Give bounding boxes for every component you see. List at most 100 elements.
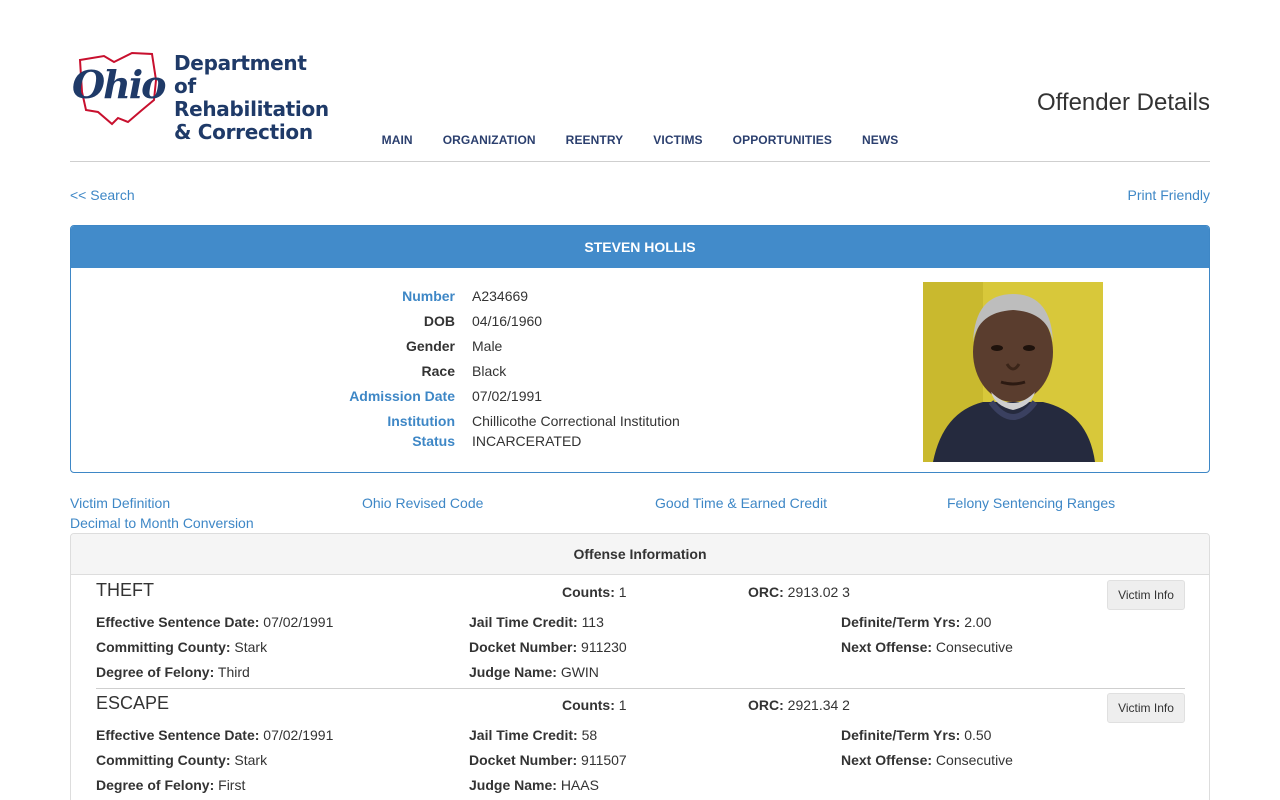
offense-degree: Degree of Felony: First	[96, 777, 245, 793]
victim-definition-link[interactable]: Victim Definition	[70, 495, 170, 511]
field-value: 07/02/1991	[263, 727, 334, 743]
detail-dob: DOB 04/16/1960	[71, 313, 771, 329]
offender-panel: STEVEN HOLLIS Number A234669 DOB 04/16/1…	[70, 225, 1210, 473]
offense-county: Committing County: Stark	[96, 752, 267, 768]
offense-term-years: Definite/Term Yrs: 0.50	[841, 727, 991, 743]
ohio-revised-code-link[interactable]: Ohio Revised Code	[362, 495, 483, 511]
detail-value-dob: 04/16/1960	[472, 313, 543, 329]
offense-effective-date: Effective Sentence Date: 07/02/1991	[96, 727, 333, 743]
offense-judge: Judge Name: HAAS	[469, 777, 599, 793]
offense-counts: Counts: 1	[562, 584, 627, 600]
field-value: First	[218, 777, 246, 793]
detail-label-status[interactable]: Status	[71, 433, 455, 449]
offense-information-panel: Offense Information THEFT Counts: 1 ORC:…	[70, 533, 1210, 800]
detail-institution: Institution Chillicothe Correctional Ins…	[71, 413, 771, 429]
offense-title: THEFT	[96, 580, 154, 600]
detail-value-institution: Chillicothe Correctional Institution	[472, 413, 680, 429]
offense-next: Next Offense: Consecutive	[841, 752, 1013, 768]
main-nav: MAIN ORGANIZATION REENTRY VICTIMS OPPORT…	[0, 133, 1280, 147]
field-value: 911507	[581, 752, 627, 768]
print-friendly-link[interactable]: Print Friendly	[1128, 187, 1210, 203]
nav-item-victims[interactable]: VICTIMS	[638, 133, 717, 147]
back-to-search-link[interactable]: << Search	[70, 187, 135, 203]
detail-label-institution[interactable]: Institution	[71, 413, 455, 429]
offense-record: THEFT Counts: 1 ORC: 2913.02 3 Victim In…	[96, 576, 1185, 688]
field-label: ORC:	[748, 584, 784, 600]
field-value: 1	[618, 584, 627, 600]
nav-item-main[interactable]: MAIN	[367, 133, 428, 147]
field-value: 07/02/1991	[263, 614, 334, 630]
field-value: Consecutive	[935, 639, 1013, 655]
field-label: Judge Name:	[469, 777, 557, 793]
offense-judge: Judge Name: GWIN	[469, 664, 599, 680]
offense-orc: ORC: 2913.02 3	[748, 584, 850, 600]
field-label: Docket Number:	[469, 752, 578, 768]
field-label: Judge Name:	[469, 664, 557, 680]
offense-heading: Offense Information	[71, 534, 1209, 575]
victim-info-button[interactable]: Victim Info	[1107, 693, 1185, 723]
field-value: 2.00	[964, 614, 992, 630]
offense-jail-credit: Jail Time Credit: 58	[469, 727, 597, 743]
detail-label-admission-date[interactable]: Admission Date	[71, 388, 455, 404]
detail-race: Race Black	[71, 363, 771, 379]
offender-name: STEVEN HOLLIS	[71, 226, 1209, 268]
offense-orc: ORC: 2921.34 2	[748, 697, 850, 713]
field-value: Third	[217, 664, 250, 680]
detail-value-gender: Male	[472, 338, 503, 354]
victim-info-button[interactable]: Victim Info	[1107, 580, 1185, 610]
field-label: Degree of Felony:	[96, 664, 215, 680]
offense-degree: Degree of Felony: Third	[96, 664, 250, 680]
field-label: Counts:	[562, 697, 615, 713]
field-label: Next Offense:	[841, 639, 933, 655]
field-value: Consecutive	[935, 752, 1013, 768]
logo-script-text: Ohio	[72, 62, 167, 107]
field-value: 113	[581, 614, 604, 630]
offense-effective-date: Effective Sentence Date: 07/02/1991	[96, 614, 333, 630]
field-value: Stark	[234, 752, 268, 768]
field-label: Counts:	[562, 584, 615, 600]
field-label: Jail Time Credit:	[469, 614, 578, 630]
good-time-earned-credit-link[interactable]: Good Time & Earned Credit	[655, 495, 827, 511]
offense-docket: Docket Number: 911230	[469, 639, 627, 655]
offense-county: Committing County: Stark	[96, 639, 267, 655]
field-label: Committing County:	[96, 752, 231, 768]
decimal-to-month-link[interactable]: Decimal to Month Conversion	[70, 515, 254, 531]
field-label: Jail Time Credit:	[469, 727, 578, 743]
field-value: 0.50	[964, 727, 992, 743]
nav-divider	[70, 161, 1210, 162]
field-label: Next Offense:	[841, 752, 933, 768]
field-value: GWIN	[560, 664, 599, 680]
detail-number: Number A234669	[71, 288, 771, 304]
field-label: Committing County:	[96, 639, 231, 655]
nav-item-news[interactable]: NEWS	[847, 133, 913, 147]
nav-item-organization[interactable]: ORGANIZATION	[428, 133, 551, 147]
offense-docket: Docket Number: 911507	[469, 752, 627, 768]
detail-label-number[interactable]: Number	[71, 288, 455, 304]
field-label: Effective Sentence Date:	[96, 727, 260, 743]
nav-item-opportunities[interactable]: OPPORTUNITIES	[718, 133, 847, 147]
nav-item-reentry[interactable]: REENTRY	[551, 133, 639, 147]
detail-value-race: Black	[472, 363, 507, 379]
detail-status: Status INCARCERATED	[71, 433, 771, 449]
detail-value-status: INCARCERATED	[472, 433, 582, 449]
field-label: Definite/Term Yrs:	[841, 727, 961, 743]
detail-label-gender: Gender	[405, 338, 455, 354]
detail-value-admission-date: 07/02/1991	[472, 388, 543, 404]
offense-record: ESCAPE Counts: 1 ORC: 2921.34 2 Victim I…	[96, 688, 1185, 800]
field-label: Degree of Felony:	[96, 777, 215, 793]
detail-gender: Gender Male	[71, 338, 771, 354]
offense-counts: Counts: 1	[562, 697, 627, 713]
field-label: Effective Sentence Date:	[96, 614, 260, 630]
field-value: 2913.02 3	[787, 584, 850, 600]
odrc-logo[interactable]: Ohio Department of Rehabilitation & Corr…	[70, 50, 330, 144]
field-value: 1	[618, 697, 627, 713]
offense-title: ESCAPE	[96, 693, 170, 713]
field-label: ORC:	[748, 697, 784, 713]
detail-admission-date: Admission Date 07/02/1991	[71, 388, 771, 404]
page-title: Offender Details	[1037, 89, 1210, 116]
detail-value-number: A234669	[472, 288, 529, 304]
field-label: Docket Number:	[469, 639, 578, 655]
logo-department-name: Department of Rehabilitation & Correctio…	[174, 52, 330, 144]
felony-sentencing-ranges-link[interactable]: Felony Sentencing Ranges	[947, 495, 1115, 511]
field-value: 2921.34 2	[787, 697, 850, 713]
